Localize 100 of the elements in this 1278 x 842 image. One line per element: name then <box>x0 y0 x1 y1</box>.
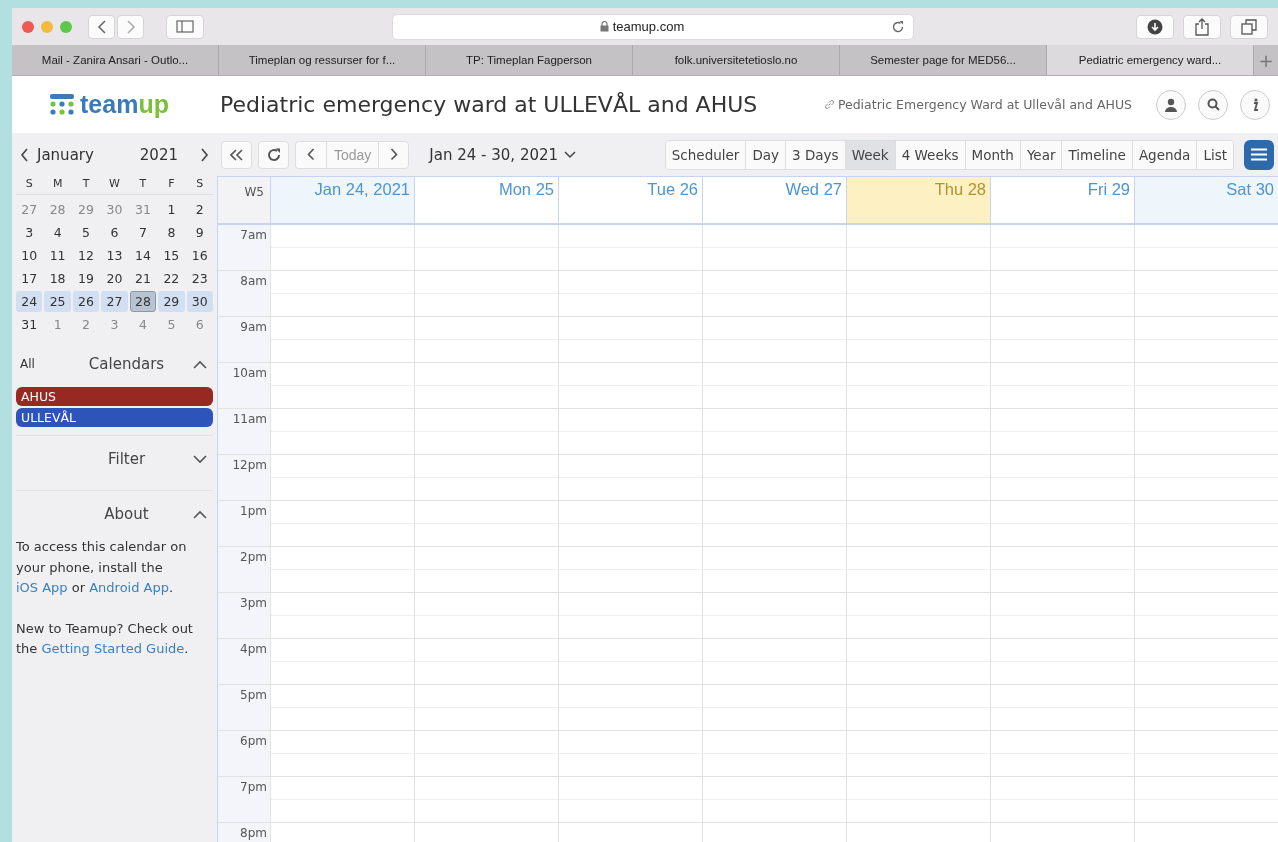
date-cell[interactable]: 4 <box>44 222 71 243</box>
time-slot[interactable] <box>270 363 414 408</box>
time-slot[interactable] <box>414 363 558 408</box>
time-slot[interactable] <box>702 639 846 684</box>
time-slot[interactable] <box>270 501 414 546</box>
date-cell[interactable]: 28 <box>129 291 157 312</box>
time-slot[interactable] <box>270 685 414 730</box>
time-slot[interactable] <box>414 777 558 822</box>
time-slot[interactable] <box>846 593 990 638</box>
time-slot[interactable] <box>414 271 558 316</box>
date-cell[interactable]: 26 <box>72 291 100 312</box>
time-slot[interactable] <box>846 639 990 684</box>
date-cell[interactable]: 2 <box>186 199 213 220</box>
date-cell[interactable]: 3 <box>16 222 43 243</box>
all-link[interactable]: All <box>16 357 60 371</box>
time-slot[interactable] <box>1134 271 1278 316</box>
next-button[interactable] <box>378 140 410 169</box>
time-slot[interactable] <box>414 455 558 500</box>
time-slot[interactable] <box>990 501 1134 546</box>
forward-button[interactable] <box>117 14 144 39</box>
time-slot[interactable] <box>702 501 846 546</box>
date-cell[interactable]: 10 <box>16 245 43 266</box>
time-slot[interactable] <box>1134 547 1278 592</box>
date-cell[interactable]: 29 <box>158 291 185 312</box>
time-slot[interactable] <box>270 547 414 592</box>
back-button[interactable] <box>88 14 115 39</box>
time-slot[interactable] <box>558 271 702 316</box>
time-slot[interactable] <box>990 317 1134 362</box>
time-slot[interactable] <box>270 225 414 270</box>
date-cell[interactable]: 22 <box>158 268 185 289</box>
view-tab[interactable]: Week <box>845 140 896 169</box>
time-slot[interactable] <box>702 455 846 500</box>
tabs-overview-button[interactable] <box>1230 14 1268 39</box>
time-slot[interactable] <box>846 501 990 546</box>
date-cell[interactable]: 21 <box>129 268 157 289</box>
jump-back-button[interactable] <box>221 140 252 169</box>
date-cell[interactable]: 1 <box>158 199 185 220</box>
view-tab[interactable]: 3 Days <box>786 140 846 169</box>
date-cell[interactable]: 16 <box>186 245 213 266</box>
chevron-icon[interactable] <box>193 509 207 519</box>
time-slot[interactable] <box>1134 455 1278 500</box>
time-slot[interactable] <box>846 409 990 454</box>
time-slot[interactable] <box>558 363 702 408</box>
view-tab[interactable]: Scheduler <box>665 140 747 169</box>
time-slot[interactable] <box>1134 317 1278 362</box>
date-cell[interactable]: 9 <box>186 222 213 243</box>
time-slot[interactable] <box>270 455 414 500</box>
share-button[interactable] <box>1183 14 1221 39</box>
time-slot[interactable] <box>414 685 558 730</box>
time-slot[interactable] <box>702 409 846 454</box>
time-slot[interactable] <box>990 409 1134 454</box>
date-cell[interactable]: 8 <box>158 222 185 243</box>
time-slot[interactable] <box>846 225 990 270</box>
date-cell[interactable]: 13 <box>101 245 128 266</box>
date-cell[interactable]: 14 <box>129 245 157 266</box>
time-slot[interactable] <box>702 363 846 408</box>
time-slot[interactable] <box>990 225 1134 270</box>
time-slot[interactable] <box>846 363 990 408</box>
time-slot[interactable] <box>270 593 414 638</box>
time-slot[interactable] <box>846 685 990 730</box>
date-cell[interactable]: 25 <box>44 291 71 312</box>
download-button[interactable] <box>1136 14 1174 39</box>
menu-button[interactable] <box>1244 139 1274 170</box>
browser-tab[interactable]: TP: Timeplan Fagperson <box>426 45 633 75</box>
search-button[interactable] <box>1198 89 1228 120</box>
date-cell[interactable]: 24 <box>16 291 43 312</box>
time-slot[interactable] <box>558 685 702 730</box>
time-slot[interactable] <box>1134 593 1278 638</box>
time-slot[interactable] <box>990 593 1134 638</box>
time-slot[interactable] <box>990 639 1134 684</box>
browser-tab[interactable]: Timeplan og ressurser for f... <box>219 45 426 75</box>
time-slot[interactable] <box>1134 685 1278 730</box>
previous-button[interactable] <box>295 140 326 169</box>
time-slot[interactable] <box>270 317 414 362</box>
time-slot[interactable] <box>990 363 1134 408</box>
time-slot[interactable] <box>1134 731 1278 776</box>
time-slot[interactable] <box>558 593 702 638</box>
text-link[interactable]: Android App <box>89 580 169 595</box>
address-bar[interactable]: teamup.com <box>392 13 914 40</box>
time-slot[interactable] <box>414 409 558 454</box>
time-slot[interactable] <box>558 639 702 684</box>
browser-tab[interactable]: folk.universitetetioslo.no <box>633 45 840 75</box>
time-slot[interactable] <box>702 731 846 776</box>
calendar-link[interactable]: Pediatric Emergency Ward at Ullevål and AHUS <box>823 97 1132 112</box>
time-slot[interactable] <box>270 777 414 822</box>
time-slot[interactable] <box>414 225 558 270</box>
zoom-button[interactable] <box>60 20 72 33</box>
text-link[interactable]: Getting Started Guide <box>41 641 185 656</box>
date-cell[interactable]: 27 <box>101 291 128 312</box>
close-button[interactable] <box>22 20 34 33</box>
date-cell[interactable]: 11 <box>44 245 71 266</box>
time-slot[interactable] <box>270 639 414 684</box>
view-tab[interactable]: List <box>1197 140 1233 169</box>
time-slot[interactable] <box>990 547 1134 592</box>
user-button[interactable] <box>1156 89 1186 120</box>
date-cell[interactable]: 15 <box>158 245 185 266</box>
chevron-icon[interactable] <box>193 359 207 369</box>
date-cell[interactable]: 31 <box>16 314 43 335</box>
time-slot[interactable] <box>558 455 702 500</box>
time-slot[interactable] <box>270 409 414 454</box>
